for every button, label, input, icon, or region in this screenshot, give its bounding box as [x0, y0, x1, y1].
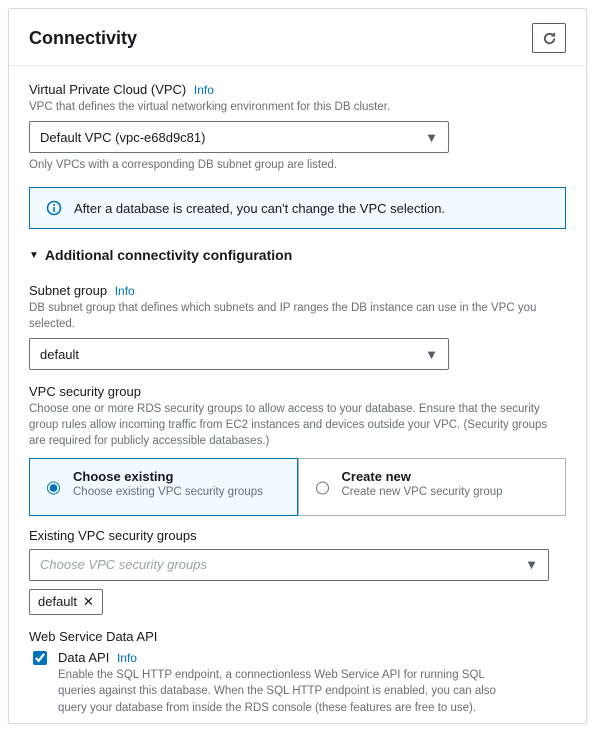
panel-body: Virtual Private Cloud (VPC) Info VPC tha… [9, 66, 586, 723]
subnet-field: Subnet group Info DB subnet group that d… [29, 283, 566, 370]
close-icon[interactable]: ✕ [83, 594, 94, 610]
caret-down-icon: ▼ [425, 130, 438, 145]
additional-config-expander[interactable]: ▼ Additional connectivity configuration [29, 247, 566, 269]
sg-choose-existing-radio[interactable] [47, 471, 60, 505]
sg-token-default: default ✕ [29, 589, 103, 615]
data-api-section: Web Service Data API [29, 629, 566, 644]
caret-down-icon: ▼ [425, 347, 438, 362]
subnet-info-link[interactable]: Info [115, 284, 135, 298]
data-api-info-link[interactable]: Info [117, 651, 137, 665]
subnet-select-value: default [40, 347, 79, 362]
data-api-checkbox[interactable] [33, 651, 47, 665]
vpc-desc: VPC that defines the virtual networking … [29, 99, 566, 115]
triangle-down-icon: ▼ [29, 250, 39, 261]
connectivity-panel: Connectivity Virtual Private Cloud (VPC)… [8, 8, 587, 724]
data-api-field: Web Service Data API Data API Info Enabl… [29, 629, 566, 717]
sg-new-desc: Create new VPC security group [342, 486, 503, 498]
sg-label: VPC security group [29, 384, 566, 399]
panel-title: Connectivity [29, 28, 137, 49]
vpc-select-value: Default VPC (vpc-e68d9c81) [40, 130, 205, 145]
vpc-change-alert: After a database is created, you can't c… [29, 187, 566, 229]
subnet-label: Subnet group [29, 283, 107, 298]
sg-create-new-tile[interactable]: Create new Create new VPC security group [298, 458, 567, 516]
expander-label: Additional connectivity configuration [45, 247, 292, 263]
caret-down-icon: ▼ [525, 557, 538, 572]
vpc-info-link[interactable]: Info [194, 83, 214, 97]
sg-desc: Choose one or more RDS security groups t… [29, 401, 566, 449]
sg-radio-group: Choose existing Choose existing VPC secu… [29, 458, 566, 516]
data-api-label: Data API [58, 650, 109, 665]
vpc-label: Virtual Private Cloud (VPC) [29, 82, 186, 97]
subnet-desc: DB subnet group that defines which subne… [29, 300, 566, 332]
data-api-desc: Enable the SQL HTTP endpoint, a connecti… [58, 667, 518, 717]
refresh-icon [542, 31, 557, 46]
vpc-select[interactable]: Default VPC (vpc-e68d9c81) ▼ [29, 121, 449, 153]
sg-choose-existing-tile[interactable]: Choose existing Choose existing VPC secu… [29, 458, 298, 516]
existing-sg-placeholder: Choose VPC security groups [40, 557, 207, 572]
subnet-select[interactable]: default ▼ [29, 338, 449, 370]
panel-header: Connectivity [9, 9, 586, 65]
security-group-field: VPC security group Choose one or more RD… [29, 384, 566, 614]
sg-existing-desc: Choose existing VPC security groups [73, 486, 263, 498]
existing-sg-label: Existing VPC security groups [29, 528, 566, 543]
vpc-helper: Only VPCs with a corresponding DB subnet… [29, 159, 566, 171]
sg-new-title: Create new [342, 469, 503, 484]
info-icon [46, 200, 62, 216]
existing-sg-select[interactable]: Choose VPC security groups ▼ [29, 549, 549, 581]
sg-existing-title: Choose existing [73, 469, 263, 484]
vpc-field: Virtual Private Cloud (VPC) Info VPC tha… [29, 82, 566, 171]
sg-create-new-radio[interactable] [316, 471, 329, 505]
alert-text: After a database is created, you can't c… [74, 201, 445, 216]
refresh-button[interactable] [532, 23, 566, 53]
